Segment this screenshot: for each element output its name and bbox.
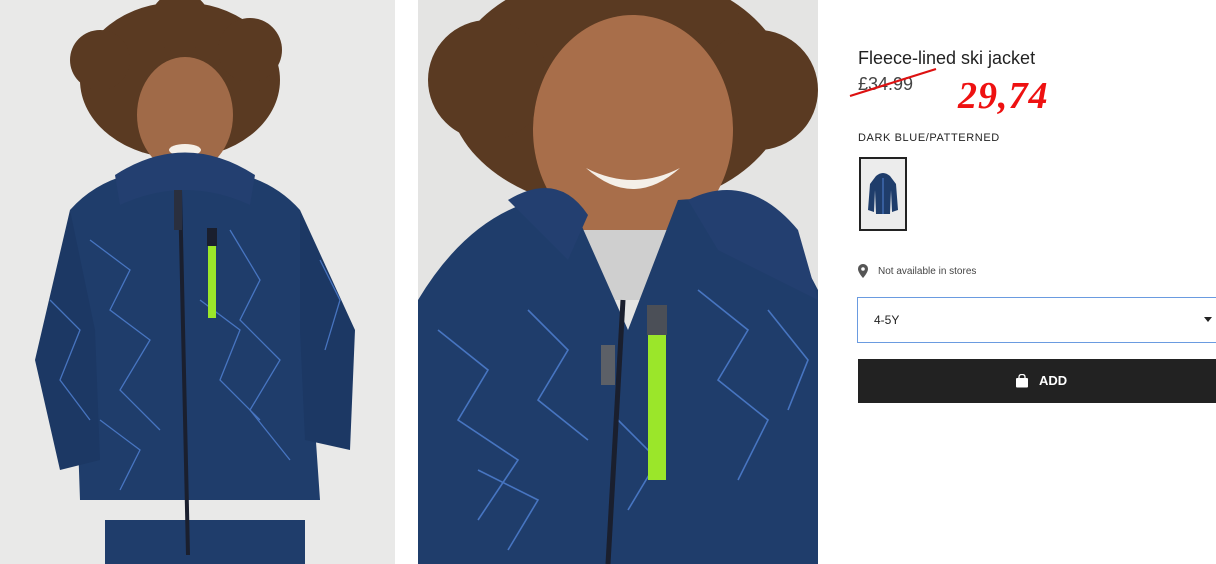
size-select[interactable]: 4-5Y [857,297,1216,343]
location-pin-icon [858,264,868,278]
add-button-label: ADD [1039,373,1068,388]
color-name: DARK BLUE/PATTERNED [858,132,1000,144]
price-strike-mark [849,67,937,98]
store-availability: Not available in stores [858,264,976,278]
store-availability-text: Not available in stores [878,265,977,277]
shopping-bag-icon [1016,373,1028,387]
color-swatch-dark-blue[interactable] [859,157,907,231]
jacket-thumbnail-icon [868,173,898,214]
product-photo-front[interactable] [0,0,395,564]
add-to-bag-button[interactable]: ADD [858,359,1216,403]
product-photo-closeup-image [418,0,818,564]
product-photo-closeup[interactable] [418,0,818,564]
size-select-value: 4-5Y [874,313,900,327]
chevron-down-icon [1204,317,1212,322]
new-price: 29,74 [958,75,1049,117]
product-photo-front-image [0,0,395,564]
